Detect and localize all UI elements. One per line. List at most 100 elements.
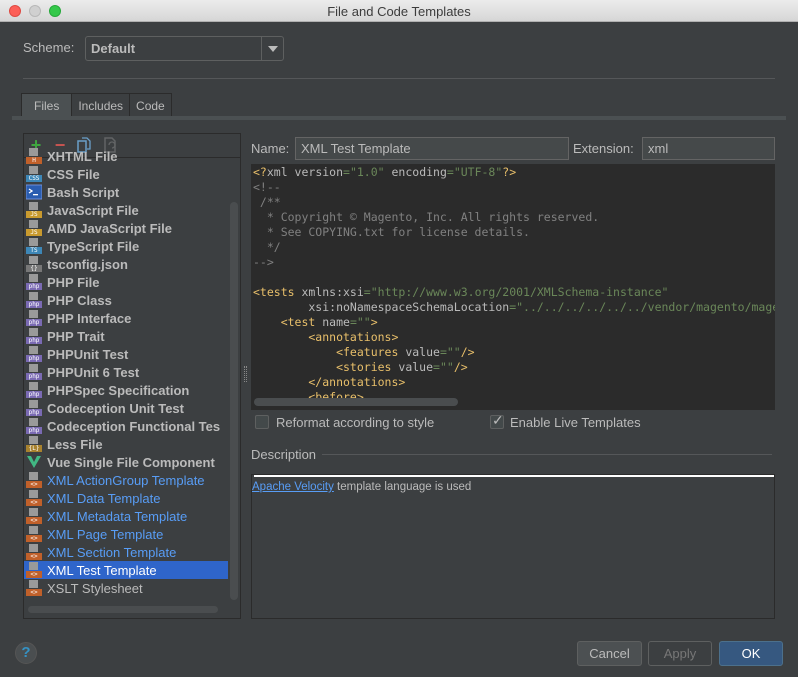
file-type-icon: {} (26, 256, 42, 272)
template-list-item-label: XML Metadata Template (47, 508, 188, 524)
reformat-label[interactable]: Reformat according to style (276, 415, 434, 430)
file-type-icon (25, 184, 43, 200)
template-list-item[interactable]: php Codeception Functional Tes (24, 417, 228, 435)
file-type-icon: JS (26, 202, 42, 218)
template-list-item[interactable]: <> XSLT Stylesheet (24, 579, 228, 597)
template-list-item-label: PHPUnit 6 Test (47, 364, 140, 380)
file-type-icon: <> (26, 526, 42, 542)
file-type-icon: <> (26, 472, 42, 488)
template-list-item[interactable]: php PHP Interface (24, 309, 228, 327)
code-token: value (398, 345, 440, 359)
template-list-item[interactable]: php PHP Trait (24, 327, 228, 345)
title-bar: File and Code Templates (0, 0, 798, 22)
file-type-icon: php (26, 274, 42, 290)
list-vertical-scrollbar[interactable] (230, 202, 238, 600)
ok-button[interactable]: OK (719, 641, 783, 666)
template-list-item[interactable]: {L} Less File (24, 435, 228, 453)
code-token: xsi:noNamespaceSchemaLocation (253, 300, 510, 314)
template-list-item[interactable]: php PHP File (24, 273, 228, 291)
file-type-icon: php (26, 418, 42, 434)
name-label: Name: (251, 141, 290, 156)
code-token: --> (253, 255, 274, 269)
template-code-editor[interactable]: <?xml version="1.0" encoding="UTF-8"?> <!… (251, 164, 775, 410)
template-list-item[interactable]: <> XML Test Template (24, 561, 228, 579)
code-token: /** (253, 195, 281, 209)
separator (23, 78, 775, 79)
template-list-item-label: PHP Class (47, 292, 112, 308)
template-list-item[interactable]: <> XML Data Template (24, 489, 228, 507)
code-token: <tests (253, 285, 295, 299)
splitter-handle[interactable] (244, 366, 247, 382)
apply-button[interactable]: Apply (648, 641, 712, 666)
code-token: xmlns:xsi (294, 285, 364, 299)
template-list-item[interactable]: php Codeception Unit Test (24, 399, 228, 417)
template-list-item[interactable]: JS JavaScript File (24, 201, 228, 219)
help-button[interactable]: ? (15, 642, 37, 664)
cancel-button[interactable]: Cancel (577, 641, 642, 666)
file-type-icon (26, 454, 42, 470)
code-content[interactable]: <?xml version="1.0" encoding="UTF-8"?> <!… (253, 165, 775, 405)
template-list-item[interactable]: php PHPSpec Specification (24, 381, 228, 399)
template-list-item[interactable]: {} tsconfig.json (24, 255, 228, 273)
template-list-item[interactable]: php PHP Class (24, 291, 228, 309)
reformat-checkbox[interactable] (255, 415, 269, 429)
file-type-icon: <> (26, 490, 42, 506)
template-list-item[interactable]: Vue Single File Component (24, 453, 228, 471)
template-list-item-label: PHP Trait (47, 328, 105, 344)
template-list-item[interactable]: TS TypeScript File (24, 237, 228, 255)
template-list-item[interactable]: php PHPUnit Test (24, 345, 228, 363)
scheme-dropdown[interactable]: Default (85, 36, 284, 61)
file-type-icon: <> (26, 508, 42, 524)
template-list-item-label: TypeScript File (47, 238, 140, 254)
tab-files[interactable]: Files (21, 93, 72, 117)
file-type-icon: H (26, 148, 42, 164)
live-templates-checkbox[interactable] (490, 412, 504, 429)
tab-code[interactable]: Code (129, 93, 172, 117)
code-token: > (370, 315, 378, 329)
code-token: ="" (433, 360, 454, 374)
template-list-item[interactable]: <> XML Page Template (24, 525, 228, 543)
chevron-down-icon[interactable] (261, 37, 283, 60)
file-type-icon: {L} (26, 436, 42, 452)
file-type-icon: php (26, 310, 42, 326)
code-token: </annotations> (253, 375, 406, 389)
description-body: template language is used (333, 481, 472, 493)
code-token: xml version (266, 165, 344, 179)
template-list-item[interactable]: CSS CSS File (24, 165, 228, 183)
code-line: </annotations> (253, 375, 775, 390)
code-token: encoding (384, 165, 447, 179)
template-list-item-label: tsconfig.json (47, 256, 128, 272)
live-templates-label[interactable]: Enable Live Templates (510, 415, 641, 430)
template-list: H XHTML File CSS CSS File Bash Script JS JavaS… (24, 147, 228, 597)
code-line: xsi:noNamespaceSchemaLocation="../../../… (253, 300, 775, 315)
apache-velocity-link[interactable]: Apache Velocity (252, 481, 334, 493)
template-list-item-label: XML Section Template (47, 544, 177, 560)
code-line: --> (253, 255, 775, 270)
file-type-icon: TS (26, 238, 42, 254)
template-list-item-label: Bash Script (47, 184, 120, 200)
template-list-item-label: Less File (47, 436, 103, 452)
template-list-item[interactable]: Bash Script (24, 183, 228, 201)
code-line: <features value=""/> (253, 345, 775, 360)
template-list-item[interactable]: php PHPUnit 6 Test (24, 363, 228, 381)
file-type-icon: php (26, 400, 42, 416)
template-list-item-label: PHP Interface (47, 310, 132, 326)
code-token: ="../../../../../../vendor/magento/magen… (509, 300, 775, 314)
editor-horizontal-scrollbar[interactable] (254, 398, 458, 406)
file-type-icon: php (26, 364, 42, 380)
file-type-icon: <> (26, 562, 42, 578)
template-list-item[interactable]: <> XML Section Template (24, 543, 228, 561)
extension-input[interactable] (642, 137, 775, 160)
name-input[interactable] (295, 137, 569, 160)
template-list-item[interactable]: JS AMD JavaScript File (24, 219, 228, 237)
template-list-item[interactable]: H XHTML File (24, 147, 228, 165)
template-list-item[interactable]: <> XML ActionGroup Template (24, 471, 228, 489)
tab-includes[interactable]: Includes (71, 93, 130, 117)
template-list-item[interactable]: <> XML Metadata Template (24, 507, 228, 525)
list-horizontal-scrollbar[interactable] (28, 606, 218, 613)
template-list-item-label: PHP File (47, 274, 100, 290)
code-line: <test name=""> (253, 315, 775, 330)
description-separator (322, 454, 772, 455)
code-token: value (391, 360, 434, 374)
